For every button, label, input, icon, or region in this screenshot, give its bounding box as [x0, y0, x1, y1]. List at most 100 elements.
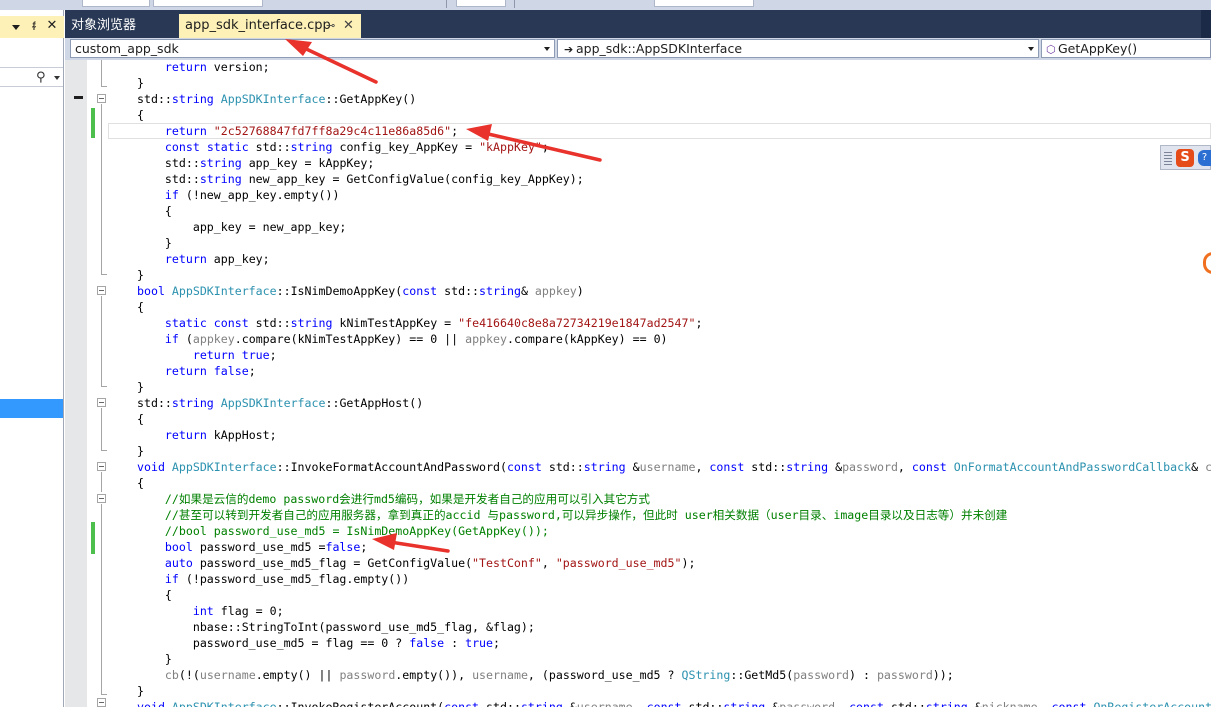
code-token: const: [911, 460, 947, 474]
code-token: ,: [695, 460, 710, 474]
collapse-toggle[interactable]: [97, 94, 106, 103]
tab-app-sdk-interface-cpp[interactable]: app_sdk_interface.cpp ⊸ ✕: [179, 14, 361, 38]
toolbar-combo-2[interactable]: [153, 0, 263, 7]
code-line[interactable]: app_key = new_app_key;: [137, 219, 347, 235]
code-line[interactable]: if (!password_use_md5_flag.empty()): [137, 571, 409, 587]
code-line[interactable]: std::string app_key = kAppKey;: [137, 155, 374, 171]
tab-object-browser[interactable]: 对象浏览器: [71, 14, 136, 38]
toolbar-separator: [514, 0, 515, 8]
close-icon[interactable]: ✕: [46, 19, 58, 33]
class-dropdown[interactable]: ➔ app_sdk::AppSDKInterface: [557, 39, 1039, 58]
ime-help-icon[interactable]: ?: [1198, 150, 1211, 166]
toolbar-combo-1[interactable]: [82, 0, 150, 7]
code-line[interactable]: //甚至可以转到开发者自己的应用服务器，拿到真正的accid 与password…: [137, 507, 1007, 523]
collapse-toggle[interactable]: [97, 286, 106, 295]
code-token: std::: [248, 140, 291, 154]
member-dropdown[interactable]: ⬡ GetAppKey(): [1041, 39, 1211, 58]
code-line[interactable]: void AppSDKInterface::InvokeFormatAccoun…: [137, 459, 1211, 475]
code-token: AppSDKInterface: [220, 396, 326, 410]
code-line[interactable]: bool AppSDKInterface::IsNimDemoAppKey(co…: [137, 283, 584, 299]
chevron-down-icon[interactable]: [12, 25, 20, 30]
collapse-toggle[interactable]: [97, 698, 106, 707]
code-line[interactable]: }: [137, 443, 144, 459]
left-panel-search-input[interactable]: ⚲: [0, 67, 63, 87]
code-line[interactable]: return false;: [137, 363, 256, 379]
code-token: , (password_use_md5 ?: [527, 668, 682, 682]
code-token: std::: [541, 460, 584, 474]
code-line[interactable]: std::string AppSDKInterface::GetAppHost(…: [137, 395, 423, 411]
code-line[interactable]: }: [137, 651, 172, 667]
code-line[interactable]: return kAppHost;: [137, 427, 277, 443]
code-line[interactable]: //如果是云信的demo password会进行md5编码，如果是开发者自己的应…: [137, 491, 650, 507]
pin-icon[interactable]: ᵮ: [28, 19, 40, 33]
project-dropdown[interactable]: custom_app_sdk: [70, 39, 555, 58]
code-line[interactable]: {: [137, 299, 144, 315]
pin-icon[interactable]: ⊸: [326, 14, 335, 38]
code-line[interactable]: {: [137, 203, 172, 219]
code-token: ::GetAppHost(): [325, 396, 424, 410]
code-line[interactable]: {: [137, 411, 144, 427]
code-line[interactable]: int flag = 0;: [137, 603, 284, 619]
code-token: std::: [479, 700, 521, 707]
code-line[interactable]: static const std::string kNimTestAppKey …: [137, 315, 703, 331]
code-token: string: [723, 700, 766, 707]
code-editor[interactable]: return version;} std::string AppSDKInterf…: [65, 60, 1211, 707]
code-line[interactable]: }: [137, 379, 144, 395]
code-line[interactable]: std::string new_app_key = GetConfigValue…: [137, 171, 584, 187]
code-line[interactable]: return version;: [137, 60, 270, 75]
code-token: if: [164, 332, 179, 346]
toolbar-combo-4[interactable]: [654, 0, 754, 7]
search-dropdown-icon[interactable]: [54, 76, 60, 80]
toolbar-combo-3[interactable]: [456, 0, 506, 7]
code-line[interactable]: }: [137, 235, 172, 251]
code-line[interactable]: {: [137, 107, 144, 123]
code-line[interactable]: nbase::StringToInt(password_use_md5_flag…: [137, 619, 535, 635]
chevron-down-icon[interactable]: [1028, 47, 1034, 51]
code-line[interactable]: if (!new_app_key.empty()): [137, 187, 340, 203]
code-token: return: [192, 348, 235, 362]
search-icon[interactable]: ⚲: [36, 69, 46, 87]
close-icon[interactable]: ✕: [343, 14, 354, 38]
outline-tick: [101, 450, 107, 451]
drag-handle-icon[interactable]: [1164, 150, 1172, 165]
code-token: kAppHost;: [206, 428, 277, 442]
code-token: ): [576, 284, 584, 298]
code-line[interactable]: {: [137, 475, 144, 491]
code-line[interactable]: if (appkey.compare(kNimTestAppKey) == 0 …: [137, 331, 668, 347]
code-token: void: [137, 460, 165, 474]
code-token: "kAppKey": [479, 140, 542, 154]
code-line[interactable]: cb(!(username.empty() || password.empty(…: [137, 667, 954, 683]
code-line[interactable]: return true;: [137, 347, 277, 363]
ime-logo-icon[interactable]: S: [1176, 149, 1194, 167]
code-line[interactable]: }: [137, 267, 144, 283]
code-line[interactable]: return app_key;: [137, 251, 270, 267]
code-line[interactable]: return "2c52768847fd7ff8a29c4c11e86a85d6…: [137, 123, 458, 139]
code-token: appkey: [192, 332, 235, 346]
outlining-margin: [97, 60, 111, 707]
chevron-down-icon[interactable]: [544, 47, 550, 51]
code-line[interactable]: password_use_md5 = flag == 0 ? false : t…: [137, 635, 500, 651]
code-line[interactable]: }: [137, 75, 144, 91]
code-line[interactable]: const static std::string config_key_AppK…: [137, 139, 549, 155]
code-line[interactable]: std::string AppSDKInterface::GetAppKey(): [137, 91, 416, 107]
code-line[interactable]: void AppSDKInterface::InvokeRegisterAcco…: [137, 699, 1211, 707]
code-token: return: [164, 124, 207, 138]
code-line[interactable]: }: [137, 683, 144, 699]
ime-toolbar[interactable]: S ?: [1160, 145, 1211, 170]
code-token: string: [199, 172, 242, 186]
code-line[interactable]: bool password_use_md5 =false;: [137, 539, 367, 555]
collapse-toggle[interactable]: [97, 494, 106, 503]
collapse-toggle[interactable]: [97, 398, 106, 407]
code-line[interactable]: auto password_use_md5_flag = GetConfigVa…: [137, 555, 696, 571]
code-token: OnRegisterAccountCallback: [1093, 700, 1211, 707]
tab-label: app_sdk_interface.cpp: [185, 18, 331, 33]
collapse-toggle[interactable]: [97, 462, 106, 471]
left-panel-selected-row[interactable]: [0, 399, 63, 418]
class-arrow-icon: ➔: [564, 43, 574, 56]
code-token: if: [164, 572, 179, 586]
code-line[interactable]: {: [137, 587, 172, 603]
code-line[interactable]: //bool password_use_md5 = IsNimDemoAppKe…: [137, 523, 549, 539]
